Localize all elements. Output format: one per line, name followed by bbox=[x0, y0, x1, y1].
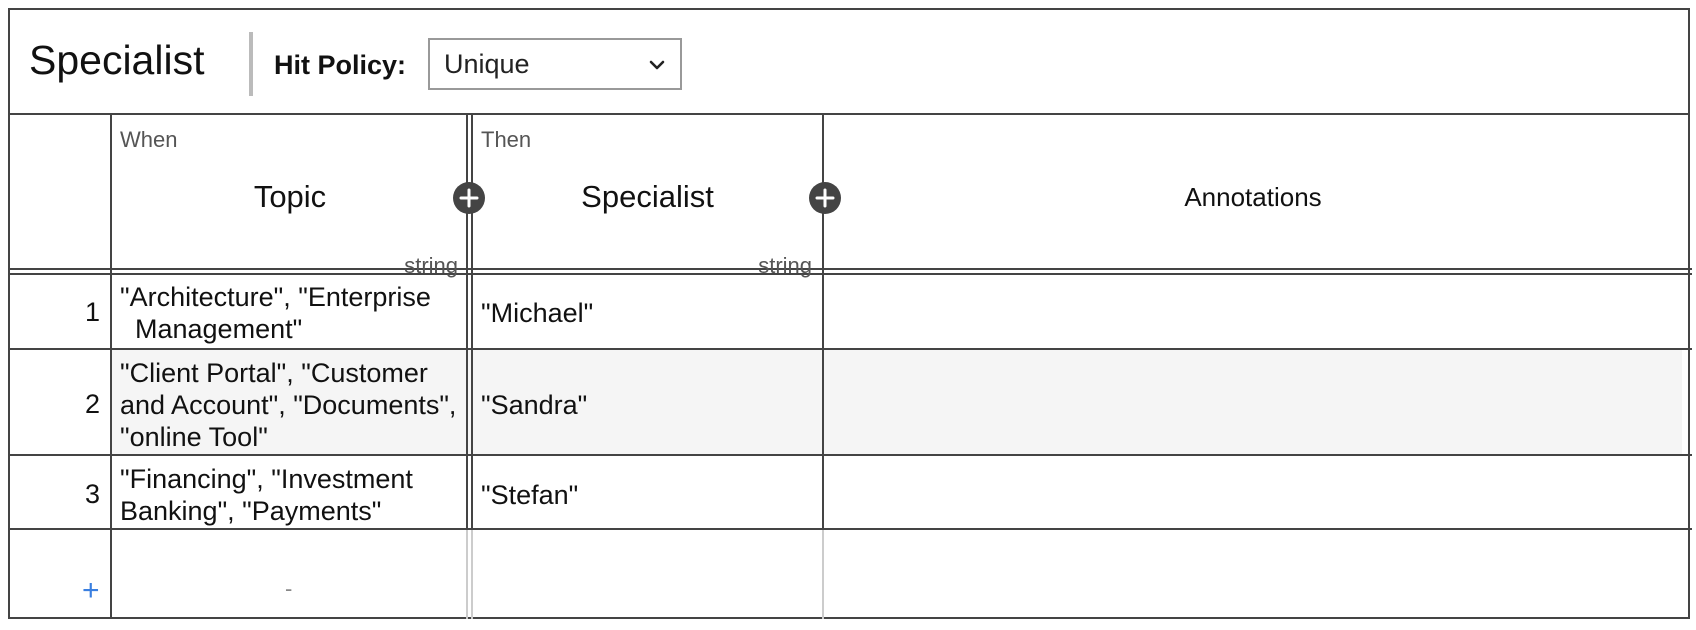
cell-line: "Architecture", "Enterprise bbox=[120, 282, 431, 312]
input-column-kind: When bbox=[120, 127, 178, 152]
output-column-name[interactable]: Specialist bbox=[473, 181, 822, 212]
new-row-placeholder[interactable]: - bbox=[285, 578, 292, 600]
col-divider bbox=[822, 115, 824, 530]
annotations-column-name: Annotations bbox=[1184, 182, 1322, 212]
rule-number: 1 bbox=[84, 297, 100, 327]
cell-line: Banking", "Payments" bbox=[120, 496, 382, 526]
output-column-type[interactable]: string bbox=[473, 255, 812, 277]
col-divider bbox=[471, 115, 473, 530]
rule-number: 2 bbox=[84, 389, 100, 419]
hit-policy-value: Unique bbox=[444, 49, 530, 79]
rule-3-topic-cell[interactable]: "Financing", "Investment Banking", "Paym… bbox=[120, 463, 460, 527]
col-divider bbox=[471, 530, 473, 619]
col-divider bbox=[822, 530, 824, 619]
hit-policy-select[interactable]: Unique bbox=[428, 38, 682, 90]
row-separator bbox=[10, 454, 1692, 456]
rule-1-specialist-cell[interactable]: "Michael" bbox=[481, 297, 593, 329]
cell-line: "Client Portal", "Customer bbox=[120, 358, 428, 388]
cell-line: and Account", "Documents", bbox=[120, 390, 457, 420]
rule-number: 3 bbox=[84, 479, 100, 509]
decision-header: Specialist Hit Policy: Unique bbox=[10, 10, 1688, 115]
decision-title[interactable]: Specialist bbox=[29, 40, 204, 81]
col-divider bbox=[466, 530, 468, 619]
rule-2-specialist-cell[interactable]: "Sandra" bbox=[481, 389, 587, 421]
input-column-type[interactable]: string bbox=[112, 255, 458, 277]
title-divider bbox=[249, 32, 253, 96]
output-column-kind: Then bbox=[481, 127, 532, 152]
cell-line: Management" bbox=[120, 314, 303, 344]
chevron-down-icon bbox=[649, 60, 665, 70]
row-separator bbox=[10, 348, 1692, 350]
cell-line: "Financing", "Investment bbox=[120, 464, 413, 494]
rule-2-topic-cell[interactable]: "Client Portal", "Customer and Account",… bbox=[120, 357, 460, 453]
rule-3-specialist-cell[interactable]: "Stefan" bbox=[481, 479, 578, 511]
hit-policy-label: Hit Policy: bbox=[274, 50, 407, 80]
col-divider bbox=[466, 115, 468, 530]
input-column-name[interactable]: Topic bbox=[112, 181, 468, 212]
decision-table: Specialist Hit Policy: Unique When Topic… bbox=[8, 8, 1692, 619]
add-rule-button[interactable]: + bbox=[82, 576, 100, 606]
rule-1-topic-cell[interactable]: "Architecture", "Enterprise Management" bbox=[120, 281, 460, 345]
row-separator bbox=[10, 528, 1692, 530]
cell-line: "online Tool" bbox=[120, 422, 268, 452]
